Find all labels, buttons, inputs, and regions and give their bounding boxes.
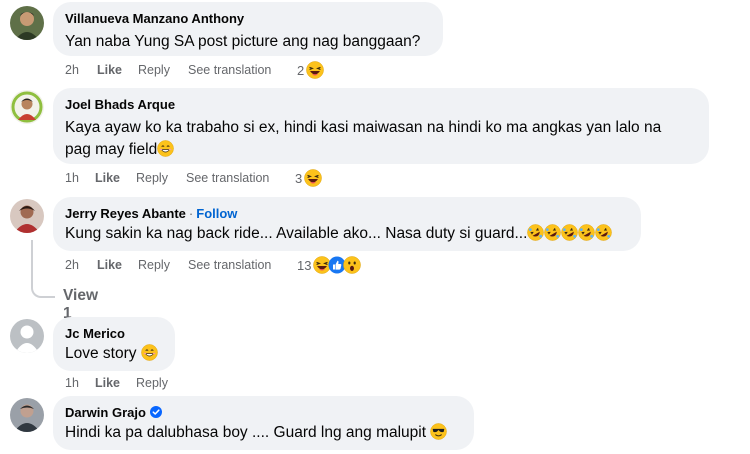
comment-text: Love story bbox=[65, 342, 158, 366]
comment-bubble: Joel Bhads Arque Kaya ayaw ko ka trabaho… bbox=[53, 88, 709, 164]
comment-text-line2: pag may field bbox=[65, 138, 174, 162]
see-translation-link[interactable]: See translation bbox=[188, 258, 271, 272]
comment-timestamp[interactable]: 2h bbox=[65, 63, 79, 77]
separator-dot: · bbox=[188, 206, 194, 221]
comment-actions: 1h Like Reply See translation bbox=[0, 171, 400, 187]
comment-bubble: Villanueva Manzano Anthony Yan naba Yung… bbox=[53, 2, 443, 56]
comment-author: Jerry Reyes Abante · Follow bbox=[65, 206, 237, 221]
avatar[interactable] bbox=[10, 398, 44, 432]
rofl-emoji bbox=[595, 224, 612, 241]
comment-actions: 2h Like Reply See translation bbox=[0, 63, 400, 79]
comment-author: Darwin Grajo bbox=[65, 405, 162, 420]
haha-emoji bbox=[306, 61, 324, 79]
see-translation-link[interactable]: See translation bbox=[186, 171, 269, 185]
comment-author[interactable]: Jc Merico bbox=[65, 326, 125, 341]
comment-text: Yan naba Yung SA post picture ang nag ba… bbox=[65, 33, 421, 50]
rofl-emoji bbox=[544, 224, 561, 241]
comment-timestamp[interactable]: 1h bbox=[65, 171, 79, 185]
reply-link[interactable]: Reply bbox=[136, 376, 168, 390]
grin-emoji bbox=[141, 344, 158, 361]
reaction-summary[interactable]: 3 bbox=[295, 169, 322, 187]
reply-thread-line bbox=[31, 240, 55, 298]
reaction-count: 13 bbox=[297, 257, 312, 273]
reaction-count: 3 bbox=[295, 170, 303, 186]
grin-emoji bbox=[157, 140, 174, 157]
comment-bubble: Darwin Grajo Hindi ka pa dalubhasa boy .… bbox=[53, 396, 474, 450]
reply-link[interactable]: Reply bbox=[138, 63, 170, 77]
verified-badge-icon bbox=[149, 406, 162, 418]
comment-bubble: Jc Merico Love story bbox=[53, 317, 175, 371]
reaction-summary[interactable]: 2 bbox=[297, 61, 324, 79]
rofl-emoji bbox=[561, 224, 578, 241]
comment-author[interactable]: Villanueva Manzano Anthony bbox=[65, 11, 244, 26]
comment-text: Kaya ayaw ko ka trabaho si ex, hindi kas… bbox=[65, 119, 662, 136]
comment-text: Hindi ka pa dalubhasa boy .... Guard lng… bbox=[65, 421, 447, 445]
see-translation-link[interactable]: See translation bbox=[188, 63, 271, 77]
follow-link[interactable]: Follow bbox=[196, 206, 237, 221]
reaction-summary[interactable]: 13 bbox=[297, 256, 361, 274]
like-link[interactable]: Like bbox=[95, 376, 120, 390]
like-link[interactable]: Like bbox=[95, 171, 120, 185]
reply-link[interactable]: Reply bbox=[138, 258, 170, 272]
like-link[interactable]: Like bbox=[97, 63, 122, 77]
author-name[interactable]: Darwin Grajo bbox=[65, 405, 146, 420]
avatar[interactable] bbox=[10, 319, 44, 353]
avatar[interactable] bbox=[10, 6, 44, 40]
comment-timestamp[interactable]: 1h bbox=[65, 376, 79, 390]
avatar[interactable] bbox=[10, 90, 44, 124]
sunglasses-emoji bbox=[430, 423, 447, 440]
rofl-emoji bbox=[578, 224, 595, 241]
comment-bubble: Jerry Reyes Abante · Follow Kung sakin ka … bbox=[53, 197, 641, 251]
rofl-emoji bbox=[527, 224, 544, 241]
comment-timestamp[interactable]: 2h bbox=[65, 258, 79, 272]
comment-text: Kung sakin ka nag back ride... Available… bbox=[65, 222, 612, 246]
reaction-count: 2 bbox=[297, 62, 305, 78]
comment-actions: 1h Like Reply bbox=[0, 376, 200, 392]
reply-link[interactable]: Reply bbox=[136, 171, 168, 185]
haha-emoji bbox=[304, 169, 322, 187]
wow-emoji bbox=[343, 256, 361, 274]
author-name[interactable]: Jerry Reyes Abante bbox=[65, 206, 186, 221]
avatar[interactable] bbox=[10, 199, 44, 233]
comment-author[interactable]: Joel Bhads Arque bbox=[65, 97, 175, 112]
like-link[interactable]: Like bbox=[97, 258, 122, 272]
